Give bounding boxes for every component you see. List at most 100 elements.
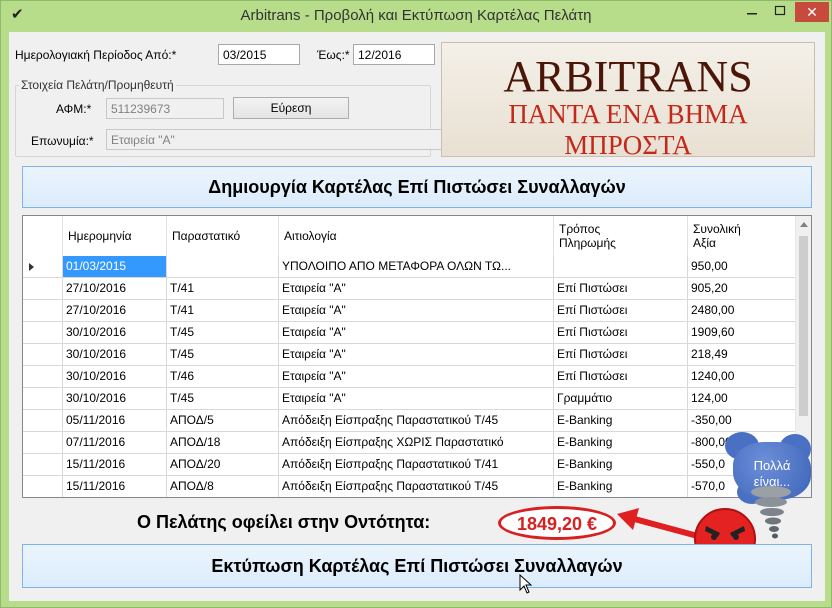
cell-date[interactable]: 27/10/2016 <box>63 300 167 322</box>
cell-payment-method[interactable]: E-Banking <box>554 476 688 497</box>
cell-total-value[interactable]: 1909,60 <box>688 322 798 344</box>
row-header[interactable] <box>23 454 63 476</box>
cell-document[interactable]: Τ/41 <box>167 278 279 300</box>
cell-date[interactable]: 15/11/2016 <box>63 476 167 497</box>
row-header[interactable] <box>23 476 63 497</box>
row-header[interactable] <box>23 388 63 410</box>
cell-date[interactable]: 30/10/2016 <box>63 322 167 344</box>
cell-description[interactable]: Απόδειξη Είσπραξης Παραστατικού Τ/41 <box>279 454 554 476</box>
table-row[interactable]: 30/10/2016 Τ/46 Εταιρεία "Α" Επί Πιστώσει 12… <box>23 366 798 388</box>
cell-date[interactable]: 05/11/2016 <box>63 410 167 432</box>
table-row[interactable]: 15/11/2016 ΑΠΟΔ/8 Απόδειξη Είσπραξης Παρασ… <box>23 476 798 497</box>
cell-description[interactable]: Εταιρεία "Α" <box>279 344 554 366</box>
table-row[interactable]: 30/10/2016 Τ/45 Εταιρεία "Α" Επί Πιστώσει 21… <box>23 344 798 366</box>
form-client-area: Ημερολογιακή Περίοδος Από:* Έως:* Στοιχε… <box>9 32 825 601</box>
cell-total-value[interactable]: 2480,00 <box>688 300 798 322</box>
cell-total-value[interactable]: 218,49 <box>688 344 798 366</box>
title-bar[interactable]: ✔ Arbitrans - Προβολή και Εκτύπωση Καρτέ… <box>1 1 831 31</box>
cell-payment-method[interactable]: E-Banking <box>554 432 688 454</box>
transactions-grid[interactable]: Ημερομηνία Παραστατικό Αιτιολογία Τρόπος… <box>22 215 812 498</box>
cell-total-value[interactable]: 124,00 <box>688 388 798 410</box>
cell-date[interactable]: 01/03/2015 <box>63 256 167 278</box>
close-button[interactable]: ✕ <box>795 2 829 22</box>
cell-description[interactable]: Απόδειξη Είσπραξης Παραστατικού Τ/45 <box>279 476 554 497</box>
balance-amount-highlight: 1849,20 € <box>498 506 616 540</box>
cell-document[interactable]: Τ/46 <box>167 366 279 388</box>
period-to-label: Έως:* <box>317 48 350 62</box>
cell-document[interactable]: Τ/45 <box>167 344 279 366</box>
cell-date[interactable]: 15/11/2016 <box>63 454 167 476</box>
cell-description[interactable]: Εταιρεία "Α" <box>279 366 554 388</box>
cell-date[interactable]: 27/10/2016 <box>63 278 167 300</box>
cell-document[interactable]: Τ/41 <box>167 300 279 322</box>
cell-description[interactable]: ΥΠΟΛΟΙΠΟ ΑΠΟ ΜΕΤΑΦΟΡΑ ΟΛΩΝ ΤΩ... <box>279 256 554 278</box>
row-header[interactable] <box>23 278 63 300</box>
cell-description[interactable]: Εταιρεία "Α" <box>279 278 554 300</box>
cell-payment-method[interactable] <box>554 256 688 278</box>
balance-label: Ο Πελάτης οφείλει στην Οντότητα: <box>137 512 431 532</box>
cell-document[interactable] <box>167 256 279 278</box>
print-statement-button[interactable]: Εκτύπωση Καρτέλας Επί Πιστώσει Συναλλαγώ… <box>22 544 812 588</box>
afm-input[interactable] <box>106 98 224 119</box>
cell-total-value[interactable]: 950,00 <box>688 256 798 278</box>
column-header-document[interactable]: Παραστατικό <box>167 216 279 256</box>
cell-payment-method[interactable]: Επί Πιστώσει <box>554 366 688 388</box>
cell-payment-method[interactable]: Επί Πιστώσει <box>554 322 688 344</box>
table-row[interactable]: 30/10/2016 Τ/45 Εταιρεία "Α" Γραμμάτιο 124,0… <box>23 388 798 410</box>
table-row[interactable]: 01/03/2015 ΥΠΟΛΟΙΠΟ ΑΠΟ ΜΕΤΑΦΟΡΑ ΟΛΩΝ ΤΩ.… <box>23 256 798 278</box>
scroll-up-arrow-icon[interactable] <box>800 222 808 227</box>
row-header[interactable] <box>23 344 63 366</box>
cell-date[interactable]: 30/10/2016 <box>63 344 167 366</box>
search-button[interactable]: Εύρεση <box>233 97 349 119</box>
cell-description[interactable]: Εταιρεία "Α" <box>279 388 554 410</box>
balance-amount: 1849,20 € <box>516 514 598 534</box>
app-window: ✔ Arbitrans - Προβολή και Εκτύπωση Καρτέ… <box>0 0 832 608</box>
minimize-button[interactable] <box>739 2 765 22</box>
cell-payment-method[interactable]: E-Banking <box>554 454 688 476</box>
scrollbar-thumb[interactable] <box>799 236 808 416</box>
table-row[interactable]: 15/11/2016 ΑΠΟΔ/20 Απόδειξη Είσπραξης Παρα… <box>23 454 798 476</box>
cell-total-value[interactable]: 905,20 <box>688 278 798 300</box>
cell-date[interactable]: 07/11/2016 <box>63 432 167 454</box>
cell-document[interactable]: ΑΠΟΔ/20 <box>167 454 279 476</box>
column-header-total-value[interactable]: Συνολική Αξία <box>688 216 798 256</box>
table-row[interactable]: 07/11/2016 ΑΠΟΔ/18 Απόδειξη Είσπραξης ΧΩΡΙ… <box>23 432 798 454</box>
cell-payment-method[interactable]: E-Banking <box>554 410 688 432</box>
cell-total-value[interactable]: -350,00 <box>688 410 798 432</box>
cell-date[interactable]: 30/10/2016 <box>63 366 167 388</box>
cell-payment-method[interactable]: Επί Πιστώσει <box>554 344 688 366</box>
column-header-description[interactable]: Αιτιολογία <box>279 216 554 256</box>
row-header[interactable] <box>23 300 63 322</box>
cell-description[interactable]: Απόδειξη Είσπραξης ΧΩΡΙΣ Παραστατικό <box>279 432 554 454</box>
cell-description[interactable]: Εταιρεία "Α" <box>279 300 554 322</box>
cell-document[interactable]: ΑΠΟΔ/18 <box>167 432 279 454</box>
table-row[interactable]: 05/11/2016 ΑΠΟΔ/5 Απόδειξη Είσπραξης Παρασ… <box>23 410 798 432</box>
cell-document[interactable]: Τ/45 <box>167 388 279 410</box>
period-to-input[interactable] <box>353 44 435 65</box>
cell-date[interactable]: 30/10/2016 <box>63 388 167 410</box>
row-header[interactable] <box>23 256 63 278</box>
row-header[interactable] <box>23 432 63 454</box>
column-header-payment-method[interactable]: Τρόπος Πληρωμής <box>554 216 688 256</box>
period-from-input[interactable] <box>218 44 300 65</box>
cell-total-value[interactable]: 1240,00 <box>688 366 798 388</box>
table-row[interactable]: 27/10/2016 Τ/41 Εταιρεία "Α" Επί Πιστώσει 90… <box>23 278 798 300</box>
cell-description[interactable]: Απόδειξη Είσπραξης Παραστατικού Τ/45 <box>279 410 554 432</box>
create-statement-button[interactable]: Δημιουργία Καρτέλας Επί Πιστώσει Συναλλα… <box>22 166 812 208</box>
cell-payment-method[interactable]: Γραμμάτιο <box>554 388 688 410</box>
row-header[interactable] <box>23 366 63 388</box>
cell-payment-method[interactable]: Επί Πιστώσει <box>554 300 688 322</box>
maximize-button[interactable] <box>767 2 793 22</box>
cell-payment-method[interactable]: Επί Πιστώσει <box>554 278 688 300</box>
cell-description[interactable]: Εταιρεία "Α" <box>279 322 554 344</box>
table-row[interactable]: 30/10/2016 Τ/45 Εταιρεία "Α" Επί Πιστώσει 19… <box>23 322 798 344</box>
cell-document[interactable]: Τ/45 <box>167 322 279 344</box>
table-row[interactable]: 27/10/2016 Τ/41 Εταιρεία "Α" Επί Πιστώσει 24… <box>23 300 798 322</box>
row-header[interactable] <box>23 322 63 344</box>
company-name-label: Επωνυμία:* <box>31 134 94 148</box>
cell-document[interactable]: ΑΠΟΔ/5 <box>167 410 279 432</box>
cell-document[interactable]: ΑΠΟΔ/8 <box>167 476 279 497</box>
grid-body: 01/03/2015 ΥΠΟΛΟΙΠΟ ΑΠΟ ΜΕΤΑΦΟΡΑ ΟΛΩΝ ΤΩ.… <box>23 256 798 497</box>
row-header[interactable] <box>23 410 63 432</box>
column-header-date[interactable]: Ημερομηνία <box>63 216 167 256</box>
